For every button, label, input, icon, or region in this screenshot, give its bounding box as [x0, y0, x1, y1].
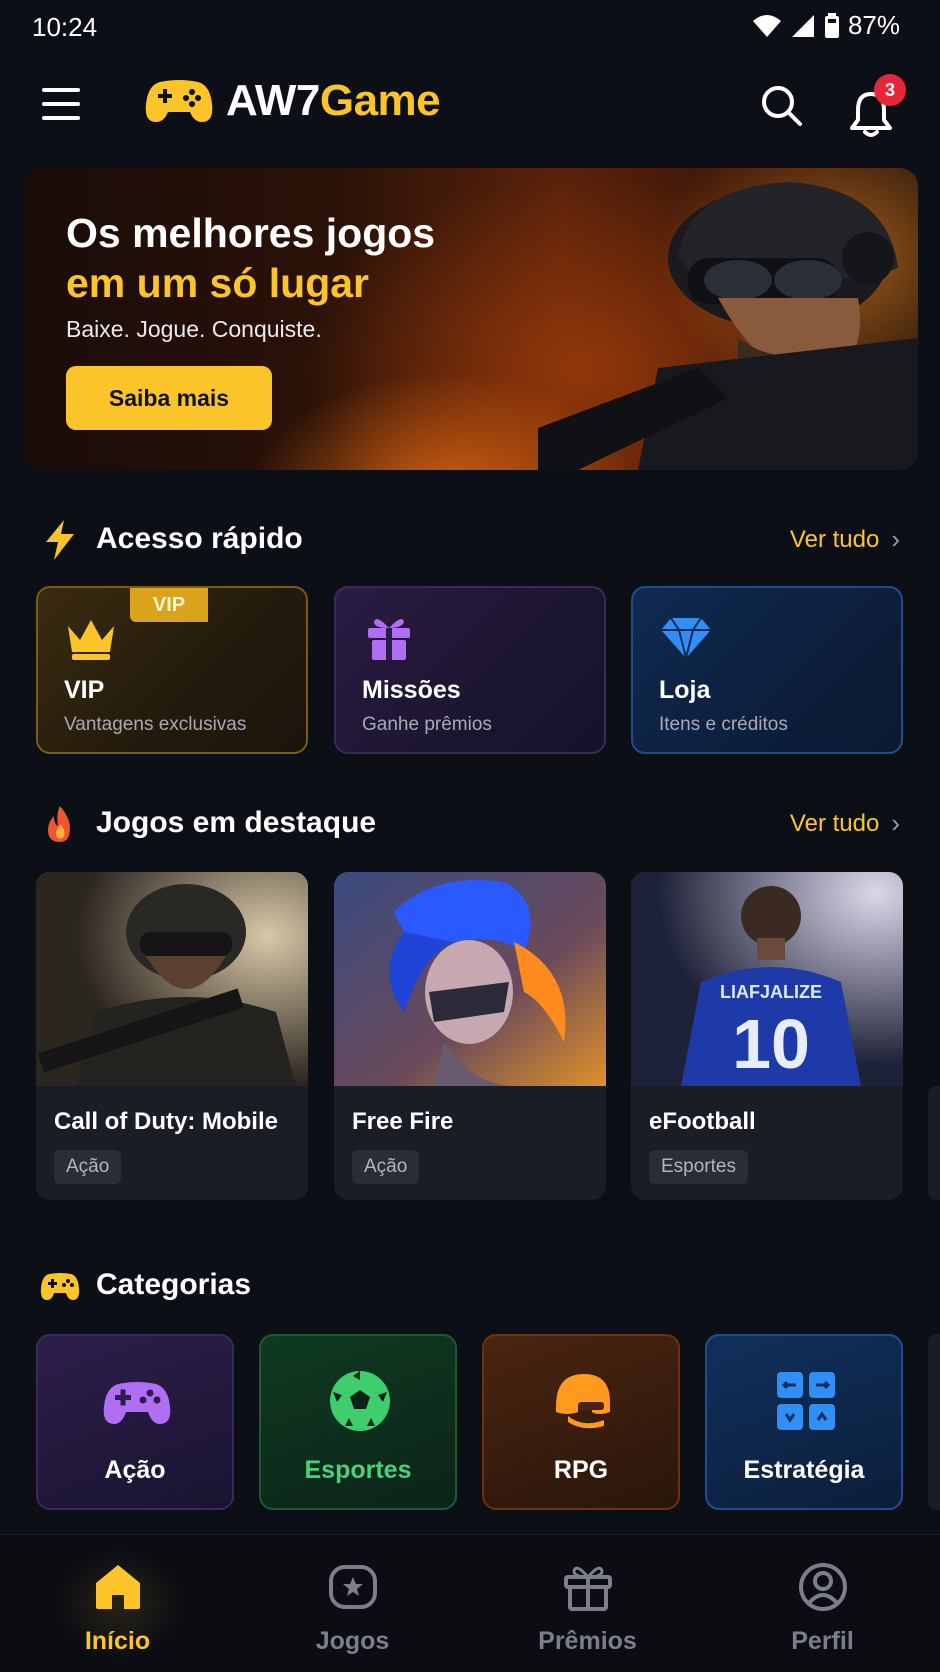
hero-title: Os melhores jogos	[66, 210, 436, 256]
nav-label: Prêmios	[538, 1627, 637, 1655]
next-game-card-peek[interactable]	[928, 1086, 940, 1200]
section-title: Acesso rápido	[96, 522, 303, 555]
game-card[interactable]: Free Fire Ação	[334, 872, 606, 1200]
menu-icon[interactable]	[40, 86, 84, 122]
quick-access-subtitle: Vantagens exclusivas	[64, 714, 247, 735]
section-title: Jogos em destaque	[96, 806, 377, 839]
gift-icon	[368, 619, 410, 660]
battery-percent: 87%	[847, 10, 900, 40]
category-action[interactable]: Ação	[36, 1334, 234, 1510]
game-title: eFootball	[649, 1108, 756, 1135]
nav-profile[interactable]: Perfil	[705, 1535, 940, 1672]
game-category-tag: Ação	[54, 1150, 122, 1184]
category-label: Esportes	[304, 1456, 412, 1484]
chevron-right-icon: ›	[891, 808, 900, 838]
game-cover-efootball: LIAFJALIZE 10	[631, 872, 903, 1086]
jersey-name: LIAFJALIZE	[720, 982, 822, 1002]
category-label: Estratégia	[743, 1456, 865, 1484]
category-label: RPG	[553, 1456, 609, 1484]
quick-access-header: Acesso rápido Ver tudo ›	[40, 516, 900, 564]
home-icon	[96, 1565, 140, 1609]
wifi-icon	[752, 14, 781, 37]
game-cover-free-fire	[334, 872, 606, 1086]
game-card[interactable]: LIAFJALIZE 10 eFootball Esportes	[631, 872, 903, 1200]
user-icon	[799, 1563, 847, 1611]
game-category-tag: Esportes	[649, 1150, 748, 1184]
gamepad-star-icon	[329, 1565, 377, 1609]
soccer-ball-icon	[330, 1371, 390, 1431]
game-cover-cod	[36, 872, 308, 1086]
vip-tag: VIP	[130, 588, 208, 622]
game-title: Free Fire	[352, 1108, 454, 1135]
lightning-icon	[46, 520, 74, 560]
nav-label: Início	[84, 1627, 151, 1655]
soldier-illustration	[538, 182, 918, 470]
quick-access-title: VIP	[64, 676, 105, 704]
category-label: Ação	[104, 1456, 166, 1484]
status-icons: 87%	[752, 10, 900, 41]
quick-access-missions[interactable]: Missões Ganhe prêmios	[334, 586, 606, 754]
jersey-number: 10	[732, 1005, 810, 1083]
gamepad-logo-icon	[145, 80, 213, 122]
game-card[interactable]: Call of Duty: Mobile Ação	[36, 872, 308, 1200]
notification-badge: 3	[874, 74, 906, 106]
quick-access-subtitle: Ganhe prêmios	[362, 714, 492, 735]
hero-banner[interactable]: Os melhores jogos em um só lugar Baixe. …	[24, 168, 918, 470]
category-sports[interactable]: Esportes	[259, 1334, 457, 1510]
chevron-right-icon: ›	[891, 524, 900, 554]
nav-label: Perfil	[791, 1627, 854, 1655]
hero-subtitle: Baixe. Jogue. Conquiste.	[66, 316, 322, 342]
search-icon[interactable]	[758, 82, 804, 128]
nav-label: Jogos	[315, 1627, 390, 1655]
crown-icon	[68, 620, 114, 660]
learn-more-button[interactable]: Saiba mais	[66, 366, 272, 430]
helmet-icon	[556, 1374, 610, 1429]
category-strategy[interactable]: Estratégia	[705, 1334, 903, 1510]
battery-icon	[824, 12, 839, 38]
diamond-icon	[661, 617, 711, 659]
nav-home[interactable]: Início	[0, 1535, 235, 1672]
quick-access-title: Loja	[659, 676, 711, 704]
quick-access-title: Missões	[362, 676, 461, 704]
quick-access-store[interactable]: Loja Itens e créditos	[631, 586, 903, 754]
featured-games-header: Jogos em destaque Ver tudo ›	[40, 800, 900, 848]
signal-icon	[791, 14, 814, 37]
gift-icon	[564, 1566, 612, 1611]
status-bar: 10:24 87%	[0, 0, 940, 54]
see-all-link[interactable]: Ver tudo ›	[790, 524, 900, 555]
category-rpg[interactable]: RPG	[482, 1334, 680, 1510]
app-logo[interactable]: AW7Game	[144, 76, 441, 126]
gamepad-icon	[40, 1273, 80, 1300]
game-title: Call of Duty: Mobile	[54, 1108, 278, 1135]
categories-header: Categorias	[40, 1262, 900, 1310]
game-category-tag: Ação	[352, 1150, 420, 1184]
hero-title-highlight: em um só lugar	[66, 260, 370, 306]
quick-access-vip[interactable]: VIP VIP Vantagens exclusivas	[36, 586, 308, 754]
see-all-link[interactable]: Ver tudo ›	[790, 808, 900, 839]
status-time: 10:24	[32, 12, 98, 42]
bottom-navigation: Início Jogos Prêmios Perfil	[0, 1534, 940, 1672]
gamepad-icon	[103, 1382, 171, 1424]
logo-text: AW7Game	[226, 76, 441, 125]
section-title: Categorias	[96, 1268, 252, 1301]
notifications-button[interactable]: 3	[850, 74, 910, 138]
next-category-card-peek[interactable]	[928, 1334, 940, 1510]
strategy-grid-icon	[777, 1372, 835, 1430]
fire-icon	[48, 806, 70, 842]
nav-games[interactable]: Jogos	[235, 1535, 470, 1672]
app-header: AW7Game 3	[0, 70, 940, 140]
quick-access-subtitle: Itens e créditos	[659, 714, 788, 735]
nav-rewards[interactable]: Prêmios	[470, 1535, 705, 1672]
